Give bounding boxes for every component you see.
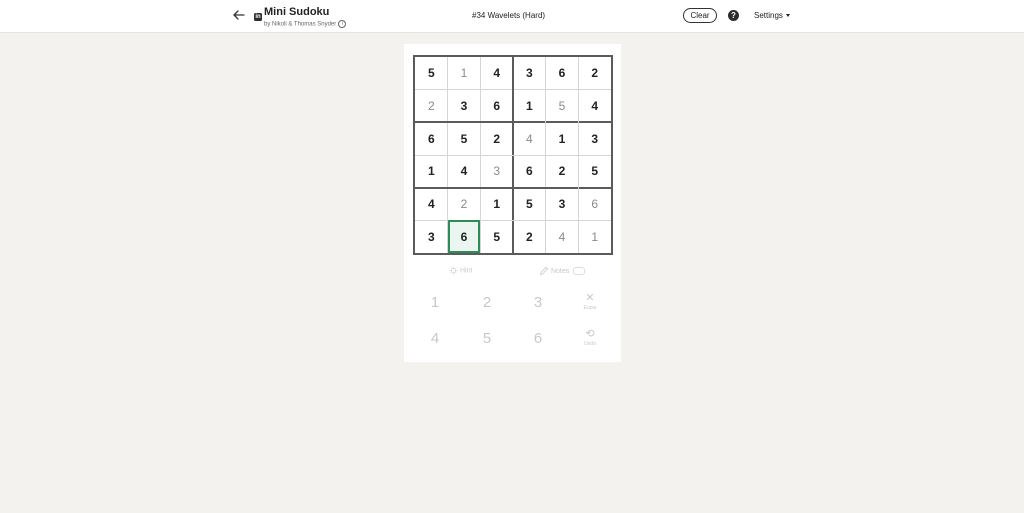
sudoku-cell[interactable]: 1 — [448, 57, 481, 90]
sudoku-cell[interactable]: 5 — [448, 122, 481, 155]
sudoku-cell[interactable]: 6 — [578, 188, 611, 221]
sudoku-cell[interactable]: 5 — [546, 90, 579, 123]
sudoku-cell[interactable]: 5 — [480, 220, 513, 253]
sudoku-cell[interactable]: 4 — [513, 122, 546, 155]
undo-icon: ⟲ — [585, 328, 595, 340]
key-3[interactable]: 3 — [523, 290, 553, 316]
top-bar: in Mini Sudoku by Nikoli & Thomas Snyder… — [0, 0, 1024, 33]
key-2[interactable]: 2 — [472, 290, 502, 316]
sudoku-cell[interactable]: 4 — [480, 57, 513, 90]
key-1[interactable]: 1 — [420, 290, 450, 316]
sudoku-cell[interactable]: 5 — [578, 155, 611, 188]
key-5[interactable]: 5 — [472, 326, 502, 352]
sudoku-cell[interactable]: 5 — [513, 188, 546, 221]
sudoku-cell[interactable]: 3 — [480, 155, 513, 188]
sudoku-cell[interactable]: 2 — [513, 220, 546, 253]
sudoku-cell[interactable]: 4 — [546, 220, 579, 253]
sudoku-cell[interactable]: 4 — [448, 155, 481, 188]
notes-toggle[interactable] — [573, 267, 586, 275]
lightbulb-icon — [449, 266, 458, 275]
erase-button[interactable]: ✕ Erase — [573, 292, 607, 311]
close-icon: ✕ — [585, 292, 595, 304]
sudoku-cell[interactable]: 3 — [415, 220, 448, 253]
hint-button[interactable]: Hint — [449, 266, 472, 275]
undo-button[interactable]: ⟲ Undo — [573, 328, 607, 347]
puzzle-title: #34 Wavelets (Hard) — [472, 11, 546, 20]
app-title: Mini Sudoku — [264, 6, 330, 18]
clear-button[interactable]: Clear — [683, 8, 717, 23]
linkedin-icon: in — [254, 13, 262, 21]
sudoku-cell[interactable]: 6 — [513, 155, 546, 188]
sudoku-cell[interactable]: 4 — [578, 90, 611, 123]
sudoku-cell[interactable]: 4 — [415, 188, 448, 221]
sudoku-cell[interactable]: 3 — [546, 188, 579, 221]
sudoku-cell[interactable]: 3 — [578, 122, 611, 155]
game-panel: 514362236154652413143625421536365241 Hin… — [404, 44, 621, 362]
settings-label: Settings — [754, 11, 783, 20]
pencil-icon — [539, 266, 549, 276]
sudoku-cell[interactable]: 1 — [415, 155, 448, 188]
sudoku-cell[interactable]: 2 — [448, 188, 481, 221]
sudoku-cell[interactable]: 1 — [578, 220, 611, 253]
sudoku-cell[interactable]: 1 — [513, 90, 546, 123]
key-4[interactable]: 4 — [420, 326, 450, 352]
byline: by Nikoli & Thomas Snyder i — [264, 20, 347, 28]
sudoku-cell[interactable]: 2 — [546, 155, 579, 188]
erase-label: Erase — [583, 305, 597, 311]
sudoku-cell[interactable]: 3 — [448, 90, 481, 123]
sudoku-grid: 514362236154652413143625421536365241 — [413, 55, 613, 255]
back-arrow-icon[interactable] — [231, 7, 247, 23]
notes-label: Notes — [550, 267, 570, 275]
settings-menu[interactable]: Settings — [754, 11, 790, 20]
info-icon[interactable]: i — [338, 20, 347, 28]
hint-label: Hint — [459, 267, 473, 275]
sudoku-cell[interactable]: 2 — [480, 122, 513, 155]
help-icon[interactable]: ? — [728, 10, 739, 21]
sudoku-cell[interactable]: 3 — [513, 57, 546, 90]
sudoku-cell[interactable]: 1 — [546, 122, 579, 155]
sudoku-cell[interactable]: 6 — [415, 122, 448, 155]
sudoku-cell[interactable]: 6 — [447, 220, 481, 253]
byline-text: by Nikoli & Thomas Snyder — [264, 21, 337, 28]
sudoku-cell[interactable]: 2 — [578, 57, 611, 90]
notes-button[interactable]: Notes — [539, 266, 586, 276]
sudoku-cell[interactable]: 6 — [480, 90, 513, 123]
key-6[interactable]: 6 — [523, 326, 553, 352]
sudoku-cell[interactable]: 5 — [415, 57, 448, 90]
undo-label: Undo — [584, 341, 596, 347]
chevron-down-icon — [785, 14, 790, 18]
sudoku-cell[interactable]: 1 — [480, 188, 513, 221]
sudoku-cell[interactable]: 2 — [415, 90, 448, 123]
sudoku-cell[interactable]: 6 — [546, 57, 579, 90]
